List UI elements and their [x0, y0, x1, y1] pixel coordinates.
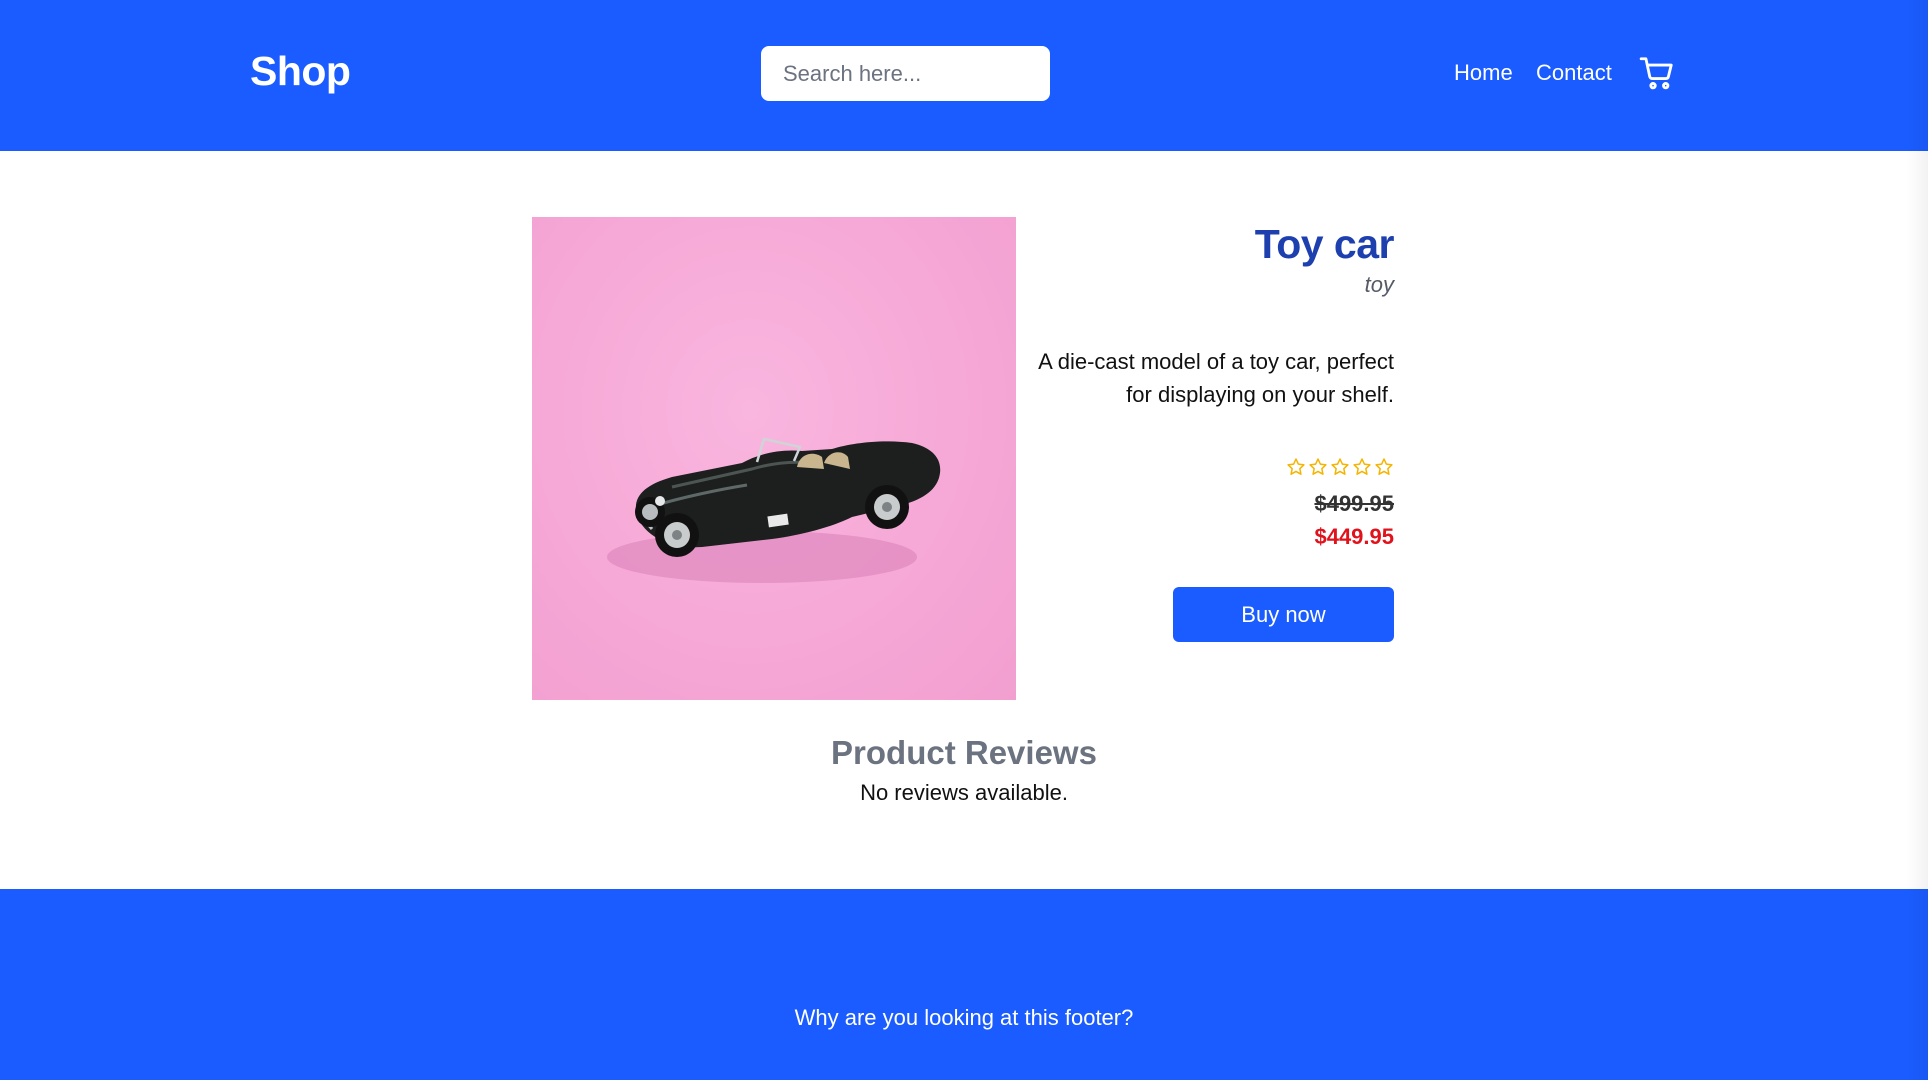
- site-header: Shop Home Contact: [0, 0, 1928, 151]
- product-image: [532, 217, 1016, 700]
- star-icon: [1309, 458, 1327, 475]
- brand-logo[interactable]: Shop: [250, 48, 351, 95]
- rating-stars: [1286, 457, 1394, 477]
- buy-now-button[interactable]: Buy now: [1173, 587, 1394, 642]
- star-icon: [1375, 458, 1393, 475]
- original-price: $499.95: [1314, 491, 1394, 516]
- reviews-heading: Product Reviews: [831, 734, 1097, 771]
- product-description: A die-cast model of a toy car, perfect f…: [1038, 349, 1394, 407]
- product-category: toy: [1364, 272, 1394, 297]
- star-icon: [1287, 458, 1305, 475]
- reviews-empty-message: No reviews available.: [860, 780, 1068, 805]
- footer-text: Why are you looking at this footer?: [794, 1005, 1134, 1030]
- product-title: Toy car: [1254, 221, 1395, 267]
- shopping-cart-icon[interactable]: [1638, 54, 1676, 92]
- nav-link-contact[interactable]: Contact: [1536, 60, 1612, 86]
- search-input[interactable]: [761, 46, 1050, 101]
- site-footer: Why are you looking at this footer?: [0, 889, 1928, 1080]
- nav-link-home[interactable]: Home: [1454, 60, 1513, 86]
- sale-price: $449.95: [1314, 524, 1394, 549]
- star-icon: [1353, 458, 1371, 475]
- star-icon: [1331, 458, 1349, 475]
- product-reviews: Product Reviews No reviews available.: [0, 734, 1928, 806]
